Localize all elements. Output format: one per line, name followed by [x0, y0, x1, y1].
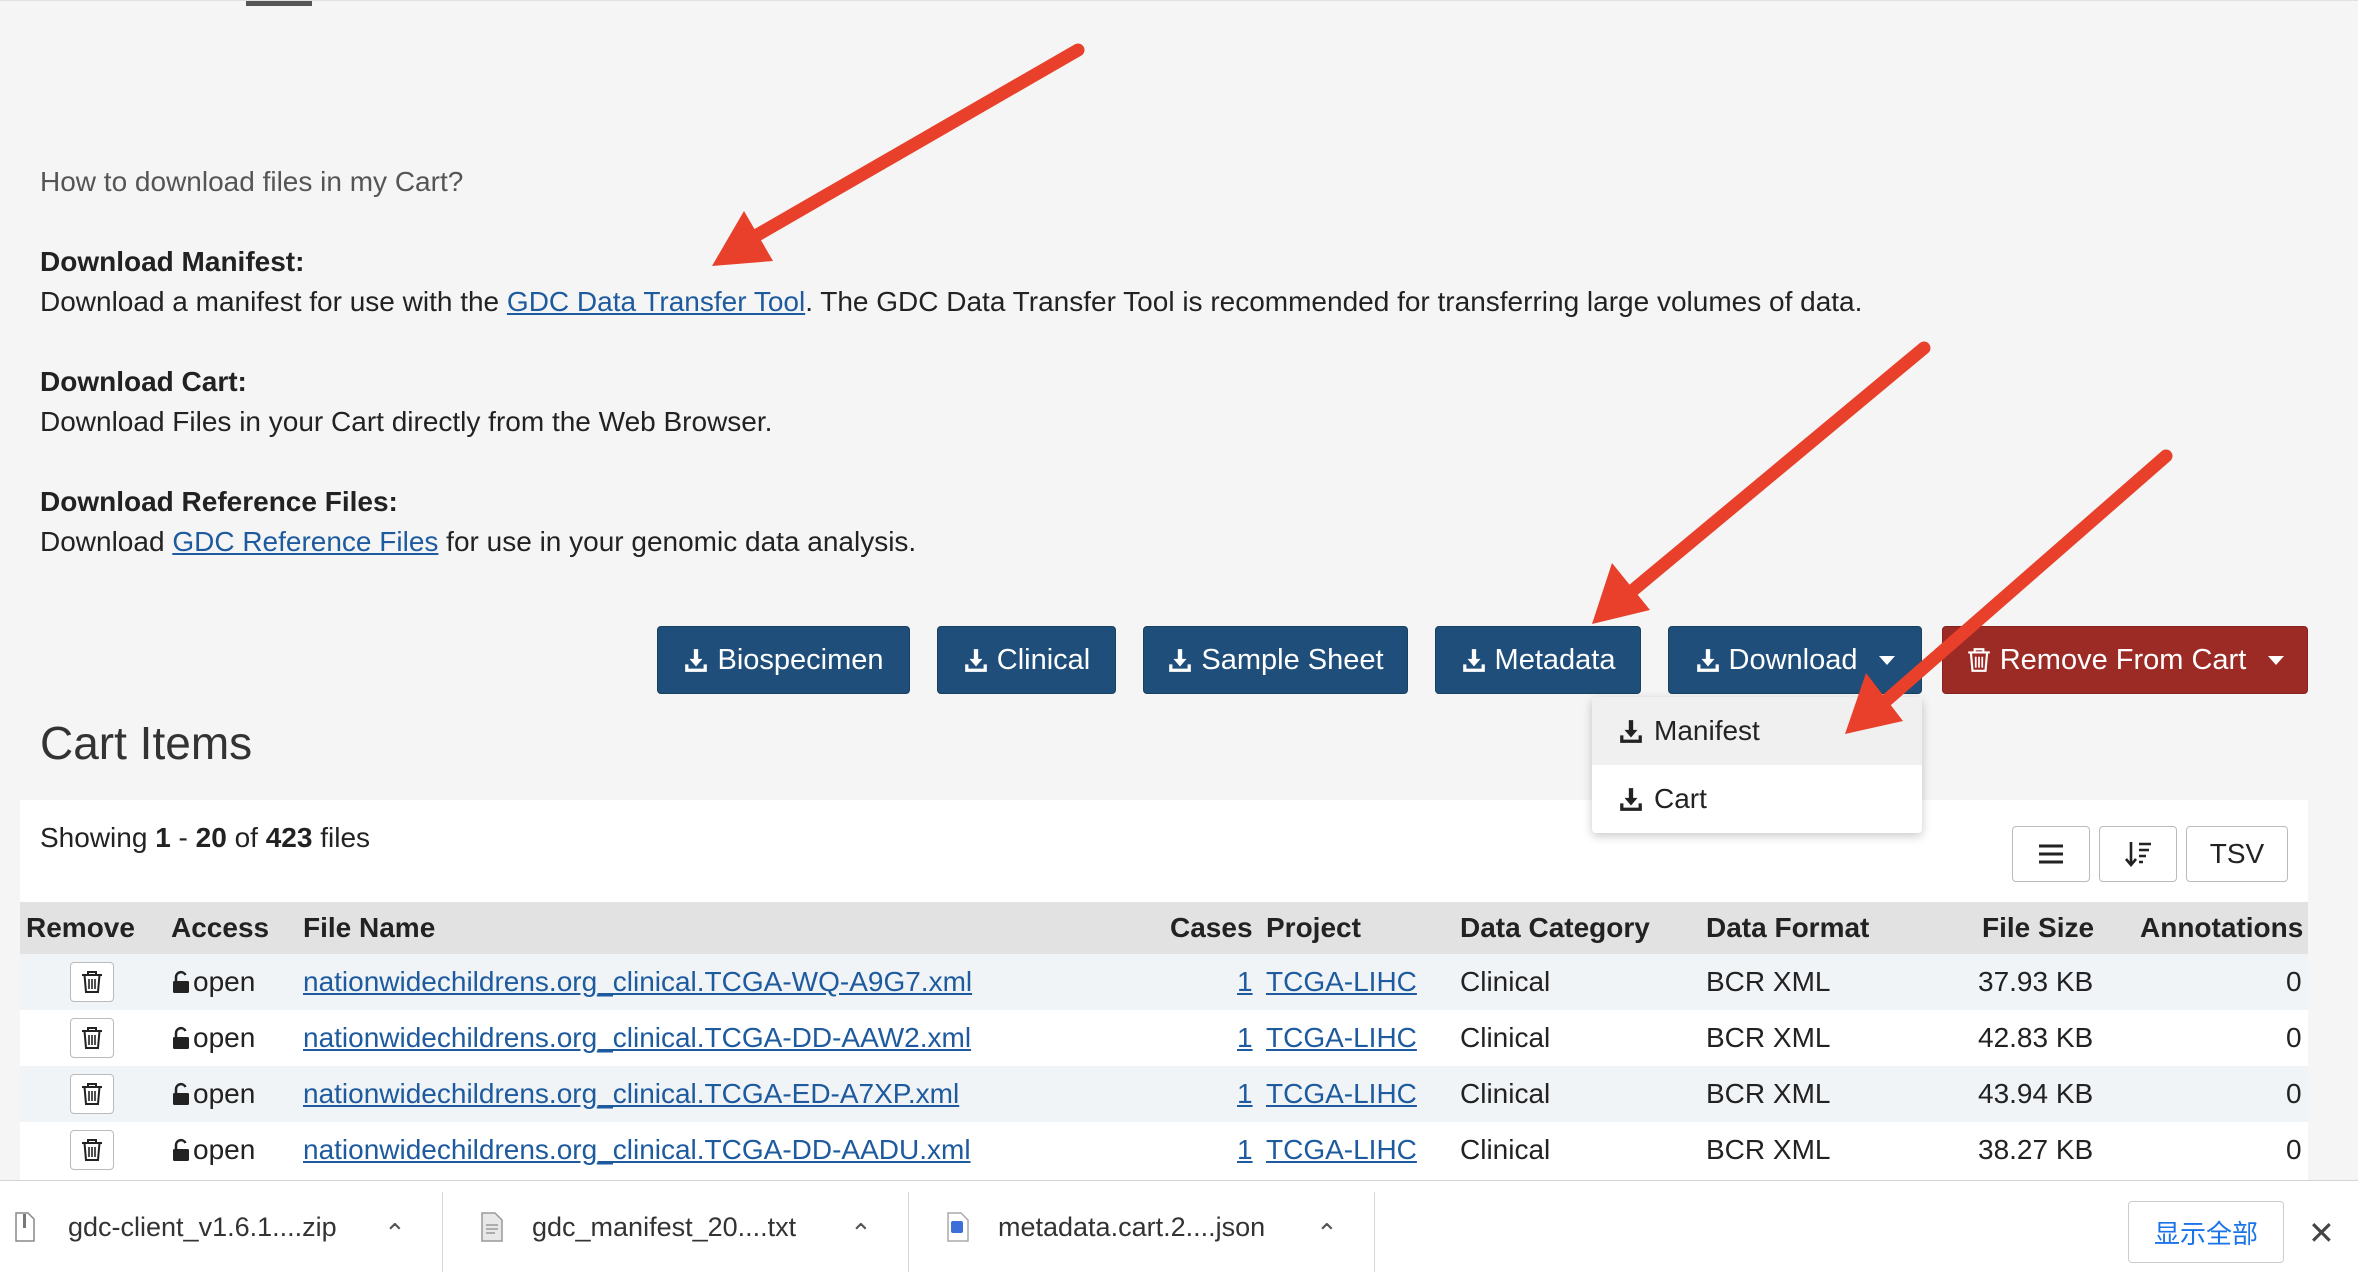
- divider: [442, 1192, 443, 1272]
- download-item-zip[interactable]: gdc-client_v1.6.1....zip: [14, 1180, 337, 1274]
- zip-file-icon: [15, 1212, 35, 1242]
- download-item-txt[interactable]: gdc_manifest_20....txt: [480, 1180, 796, 1274]
- chevron-up-icon[interactable]: ⌃: [850, 1218, 872, 1249]
- download-file-name: gdc-client_v1.6.1....zip: [68, 1211, 337, 1242]
- download-item-json[interactable]: metadata.cart.2....json: [946, 1180, 1265, 1274]
- chevron-up-icon[interactable]: ⌃: [1316, 1218, 1338, 1249]
- download-file-name: gdc_manifest_20....txt: [532, 1211, 797, 1242]
- close-downloads-bar-button[interactable]: ✕: [2308, 1214, 2335, 1252]
- chevron-up-icon[interactable]: ⌃: [384, 1218, 406, 1249]
- annotation-arrows: [712, 43, 2173, 734]
- download-file-name: metadata.cart.2....json: [998, 1211, 1266, 1242]
- text-file-icon: [481, 1212, 503, 1242]
- show-all-downloads-button[interactable]: 显示全部: [2128, 1201, 2284, 1263]
- divider: [908, 1192, 909, 1272]
- divider: [1374, 1192, 1375, 1272]
- json-file-icon: [947, 1212, 969, 1242]
